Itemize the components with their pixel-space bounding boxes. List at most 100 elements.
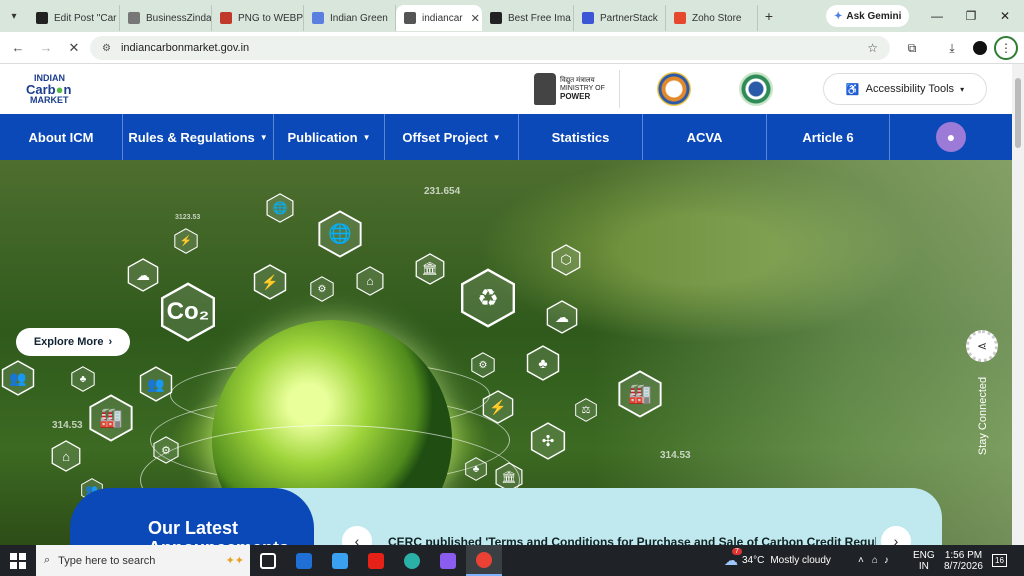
recycle-icon: ♻ [458,268,518,328]
tab-favicon-icon [220,12,232,24]
browser-tab[interactable]: Edit Post "Car [28,5,120,31]
co2-icon: Co₂ [158,282,218,342]
cloud-icon: ☁ [545,300,579,334]
chevron-up-icon: ˄ [858,555,864,566]
ministry-of-power-logo[interactable]: विद्युत मंत्रालय MINISTRY OF POWER [534,70,620,108]
share-icon[interactable]: ⋖ [966,330,998,362]
plug-icon: ⚡ [481,390,515,424]
tab-search-chevron-icon[interactable]: ▾ [0,0,28,32]
browser-tab[interactable]: PartnerStack [574,5,666,31]
site-header: INDIAN Carb●n MARKET विद्युत मंत्रालय MI… [0,64,1012,114]
tab-favicon-icon [674,12,686,24]
weather-desc: Mostly cloudy [770,555,831,566]
explore-more-button[interactable]: Explore More › [16,328,130,356]
scrollbar-thumb[interactable] [1015,78,1021,148]
browser-tab[interactable]: Best Free Ima [482,5,574,31]
browser-tab[interactable]: Zoho Store [666,5,758,31]
clock-time: 1:56 PM [944,549,983,561]
youtube-icon[interactable] [358,545,394,576]
explore-more-label: Explore More [33,336,104,348]
new-tab-button[interactable]: + [758,8,780,24]
notification-center-button[interactable]: 16 [992,545,1007,576]
microsoft-store-icon[interactable] [322,545,358,576]
gear-icon: ⚙ [152,436,180,464]
back-arrow-icon[interactable]: ← [4,34,32,62]
lang-line-1: ENG [913,549,935,561]
tab-favicon-icon [404,12,416,24]
site-info-icon[interactable]: ⚙ [102,43,111,54]
nav-item[interactable]: Rules & Regulations ▼ [123,114,274,160]
stay-connected-label: Stay Connected [977,376,989,456]
nav-item[interactable]: ACVA [643,114,767,160]
ministry-line-2: POWER [560,91,591,101]
tab-close-icon[interactable]: ✕ [471,12,480,25]
plug-icon: ⚡ [252,264,288,300]
browser-tab[interactable]: Indian Green [304,5,396,31]
caret-down-icon: ▼ [259,132,268,142]
chevron-down-icon: ▾ [960,84,965,94]
extensions-puzzle-icon[interactable]: ⧉ [900,37,924,59]
system-tray-icons[interactable]: ˄ ⌂ ♪ [858,545,889,576]
chrome-taskbar-icon[interactable] [466,545,502,576]
browser-menu-kebab-icon[interactable]: ⋮ [994,36,1018,60]
weather-temp: 34°C [742,555,765,566]
edge-icon[interactable] [394,545,430,576]
national-emblem-icon [534,73,556,105]
network-icon: ⌂ [871,555,878,566]
restore-window-button[interactable]: ❐ [954,0,988,32]
hero-number: 3123.53 [175,214,201,221]
search-highlight-icon: ✦✦ [225,555,244,567]
taskbar-search-placeholder: Type here to search [58,554,156,567]
profile-icon[interactable] [968,37,992,59]
caret-down-icon: ▼ [492,132,501,142]
windows-start-button[interactable] [0,545,36,576]
bookmark-star-icon[interactable]: ☆ [867,41,878,55]
browser-tab[interactable]: PNG to WEBP [212,5,304,31]
copilot-icon[interactable] [430,545,466,576]
nav-item[interactable]: Article 6 [767,114,890,160]
language-indicator[interactable]: ENG IN [913,545,935,576]
nav-item-label: About ICM [28,129,94,145]
clock-date: 8/7/2026 [944,560,983,572]
taskbar-search-box[interactable]: ⌕ Type here to search ✦✦ [36,545,250,576]
page-scrollbar[interactable] [1012,64,1024,545]
nav-item[interactable]: Statistics [519,114,643,160]
bee-seal-logo[interactable] [657,72,691,106]
globe-icon: 🌐 [316,210,364,258]
house-icon: ⌂ [355,266,385,296]
hero-number: 314.53 [660,450,691,461]
nav-item-label: Offset Project [402,129,488,145]
accessibility-tools-button[interactable]: ♿ Accessibility Tools ▾ [823,73,987,105]
accessibility-person-icon: ♿ [845,83,860,96]
close-window-button[interactable]: ✕ [988,0,1022,32]
tab-label: Best Free Ima [508,12,571,24]
icm-logo[interactable]: INDIAN Carb●n MARKET [26,74,86,105]
browser-toolbar: ← → ✕ ⚙ indiancarbonmarket.gov.in ☆ ⧉ ⤓ … [0,32,1024,64]
task-view-icon[interactable] [250,545,286,576]
weather-widget[interactable]: ☁ 7 34°C Mostly cloudy [724,545,831,576]
hero-number: 231.654 [424,186,461,197]
environment-seal-logo[interactable] [739,72,773,106]
clock[interactable]: 1:56 PM 8/7/2026 [944,545,983,576]
stop-loading-icon[interactable]: ✕ [60,34,88,62]
download-icon[interactable]: ⤓ [940,37,964,59]
ask-gemini-button[interactable]: ✦ Ask Gemini [826,5,910,27]
announcements-section: Our Latest Announcements ‹ CERC publishe… [70,488,942,556]
nav-item[interactable]: Offset Project ▼ [385,114,519,160]
address-bar[interactable]: ⚙ indiancarbonmarket.gov.in ☆ [90,36,890,60]
people-icon: 👥 [0,360,36,396]
browser-tab[interactable]: BusinessZinda [120,5,212,31]
forward-arrow-icon[interactable]: → [32,34,60,62]
nav-item-label: Statistics [551,129,610,145]
nav-item[interactable]: About ICM [0,114,123,160]
user-login-button[interactable]: ● [890,114,1012,160]
main-navigation: About ICM Rules & Regulations ▼ Publication… [0,114,1012,160]
plug-icon: ⚡ [173,228,199,254]
minimize-window-button[interactable]: — [920,0,954,32]
tab-label: Indian Green [330,12,388,24]
nav-item[interactable]: Publication ▼ [274,114,385,160]
outlook-icon[interactable] [286,545,322,576]
tab-favicon-icon [36,12,48,24]
globe-icon: 🌐 [265,193,295,223]
browser-tab[interactable]: indiancar ✕ [396,5,482,31]
